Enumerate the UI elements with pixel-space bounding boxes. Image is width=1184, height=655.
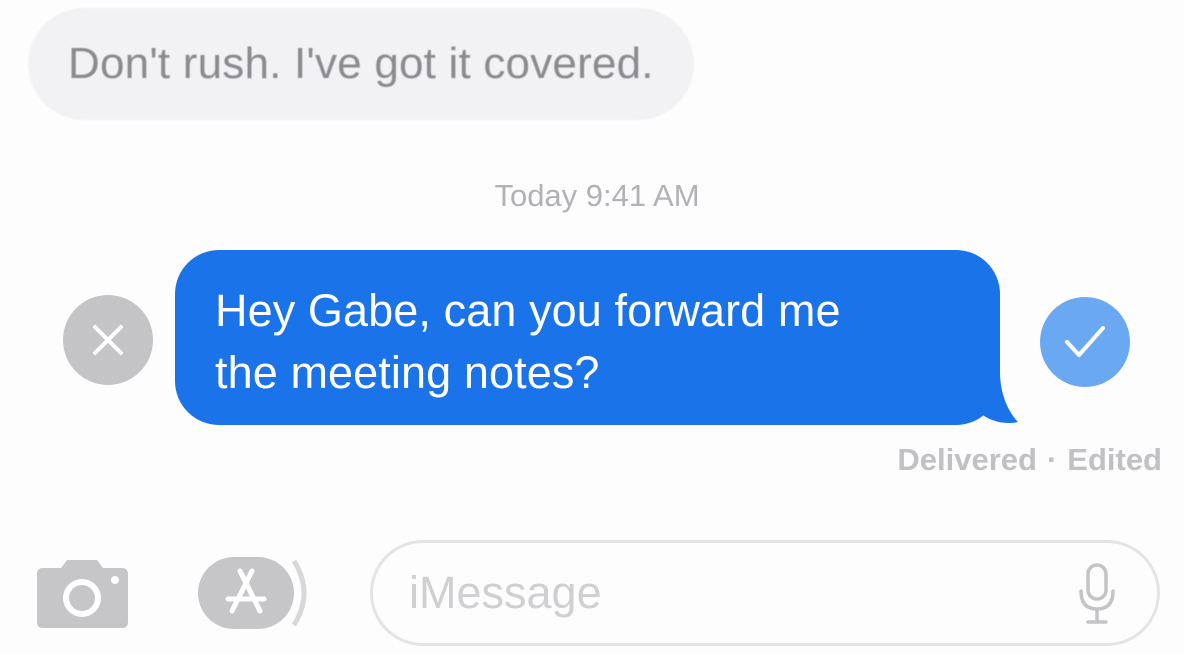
app-store-icon[interactable] [198,555,316,631]
microphone-icon[interactable] [1077,563,1117,625]
editing-message-text[interactable]: Hey Gabe, can you forward me the meeting … [215,280,960,404]
editing-message-line-2: the meeting notes? [215,347,600,398]
incoming-message-text: Don't rush. I've got it covered. [68,39,654,88]
messages-screen: Don't rush. I've got it covered. Today 9… [0,0,1184,655]
editing-message-line-1: Hey Gabe, can you forward me [215,285,841,336]
delivery-status: Delivered · Edited [897,442,1162,478]
message-timestamp: Today 9:41 AM [494,178,700,213]
incoming-message-bubble[interactable]: Don't rush. I've got it covered. [28,8,694,120]
edited-label: Edited [1067,442,1162,477]
confirm-edit-button[interactable] [1040,297,1130,387]
cancel-edit-button[interactable] [63,295,153,385]
editing-message-bubble[interactable]: Hey Gabe, can you forward me the meeting … [175,250,1000,425]
close-icon [93,325,123,355]
message-input-field[interactable] [370,540,1160,646]
status-separator: · [1046,442,1058,477]
message-input[interactable] [409,567,1049,619]
checkmark-icon [1065,326,1105,357]
delivered-label: Delivered [897,442,1037,477]
camera-icon[interactable] [35,556,130,629]
